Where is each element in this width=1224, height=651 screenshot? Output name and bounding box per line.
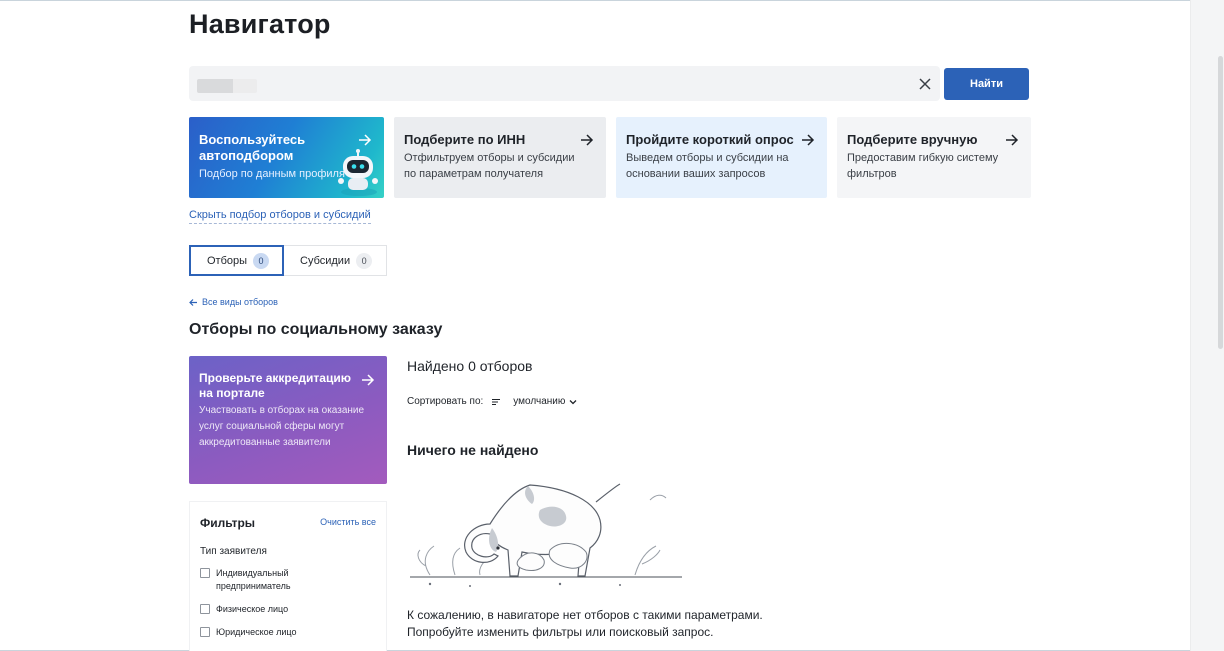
dog-illustration bbox=[410, 483, 682, 587]
filter-group-title: Тип заявителя bbox=[200, 546, 267, 557]
search-bar bbox=[189, 66, 940, 101]
arrow-right-icon bbox=[362, 374, 375, 386]
arrow-right-icon bbox=[581, 134, 594, 146]
filter-option[interactable]: Юридическое лицо bbox=[200, 626, 376, 639]
arrow-right-icon bbox=[1006, 134, 1019, 146]
back-link[interactable]: Все виды отборов bbox=[189, 297, 278, 307]
tab-label: Субсидии bbox=[300, 254, 351, 267]
arrow-right-icon bbox=[802, 134, 815, 146]
clear-icon[interactable] bbox=[916, 75, 934, 93]
checkbox[interactable] bbox=[200, 568, 210, 578]
scrollbar-track[interactable] bbox=[1190, 0, 1224, 651]
tab-count-badge: 0 bbox=[253, 252, 270, 269]
tabs: Отборы 0 Субсидии 0 bbox=[189, 245, 387, 276]
card-title: Подберите вручную bbox=[847, 132, 978, 147]
empty-state-message: К сожалению, в навигаторе нет отборов с … bbox=[407, 607, 763, 641]
empty-state-line1: К сожалению, в навигаторе нет отборов с … bbox=[407, 608, 763, 622]
card-desc: Отфильтруем отборы и субсидии по парамет… bbox=[404, 152, 575, 180]
card-title: Пройдите короткий опрос bbox=[626, 132, 794, 147]
section-title: Отборы по социальному заказу bbox=[189, 321, 443, 338]
back-link-label: Все виды отборов bbox=[202, 297, 278, 307]
hide-selection-link[interactable]: Скрыть подбор отборов и субсидий bbox=[189, 209, 371, 224]
sort-value: умолчанию bbox=[513, 396, 566, 407]
tab-selections[interactable]: Отборы 0 bbox=[189, 245, 284, 276]
card-desc: Предоставим гибкую систему фильтров bbox=[847, 152, 999, 180]
autoselect-card[interactable]: Воспользуйтесь автоподбором Подбор по да… bbox=[189, 117, 384, 198]
chevron-down-icon bbox=[569, 399, 577, 404]
survey-card[interactable]: Пройдите короткий опрос Выведем отборы и… bbox=[616, 117, 827, 198]
tab-label: Отборы bbox=[207, 254, 248, 267]
tab-subsidies[interactable]: Субсидии 0 bbox=[284, 245, 387, 276]
card-title: Воспользуйтесь автоподбором bbox=[199, 132, 306, 163]
filter-option-label: Физическое лицо bbox=[216, 604, 289, 614]
empty-state-line2: Попробуйте изменить фильтры или поисковы… bbox=[407, 625, 714, 639]
sort-select[interactable]: умолчанию bbox=[513, 396, 577, 407]
page-title: Навигатор bbox=[189, 9, 331, 39]
promo-title: Проверьте аккредитацию на портале bbox=[199, 371, 351, 400]
sort-label: Сортировать по: bbox=[407, 396, 484, 407]
card-title: Подберите по ИНН bbox=[404, 132, 526, 147]
empty-state-title: Ничего не найдено bbox=[407, 442, 539, 458]
filters-panel: Фильтры Очистить все Тип заявителя Индив… bbox=[189, 501, 387, 651]
search-input[interactable] bbox=[269, 66, 909, 101]
checkbox[interactable] bbox=[200, 604, 210, 614]
robot-icon bbox=[338, 149, 378, 196]
search-prefix-blur bbox=[197, 79, 257, 93]
inn-card[interactable]: Подберите по ИНН Отфильтруем отборы и су… bbox=[394, 117, 606, 198]
sort-icon bbox=[492, 398, 501, 405]
manual-card[interactable]: Подберите вручную Предоставим гибкую сис… bbox=[837, 117, 1031, 198]
filter-option[interactable]: Физическое лицо bbox=[200, 603, 376, 616]
clear-all-link[interactable]: Очистить все bbox=[320, 517, 376, 527]
arrow-right-icon bbox=[359, 134, 372, 146]
tab-count-badge: 0 bbox=[356, 252, 373, 269]
card-desc: Выведем отборы и субсидии на основании в… bbox=[626, 152, 789, 180]
search-button[interactable]: Найти bbox=[944, 68, 1029, 100]
arrow-left-icon bbox=[189, 298, 197, 306]
results-count: Найдено 0 отборов bbox=[407, 358, 533, 374]
scrollbar-thumb[interactable] bbox=[1218, 56, 1223, 349]
sort-control: Сортировать по: умолчанию bbox=[407, 396, 577, 407]
accreditation-promo[interactable]: Проверьте аккредитацию на портале Участв… bbox=[189, 356, 387, 484]
filter-option-label: Индивидуальный предприниматель bbox=[216, 568, 291, 591]
filter-option-label: Юридическое лицо bbox=[216, 627, 297, 637]
checkbox[interactable] bbox=[200, 627, 210, 637]
promo-desc: Участвовать в отборах на оказание услуг … bbox=[199, 405, 365, 448]
filter-option[interactable]: Индивидуальный предприниматель bbox=[200, 567, 376, 593]
